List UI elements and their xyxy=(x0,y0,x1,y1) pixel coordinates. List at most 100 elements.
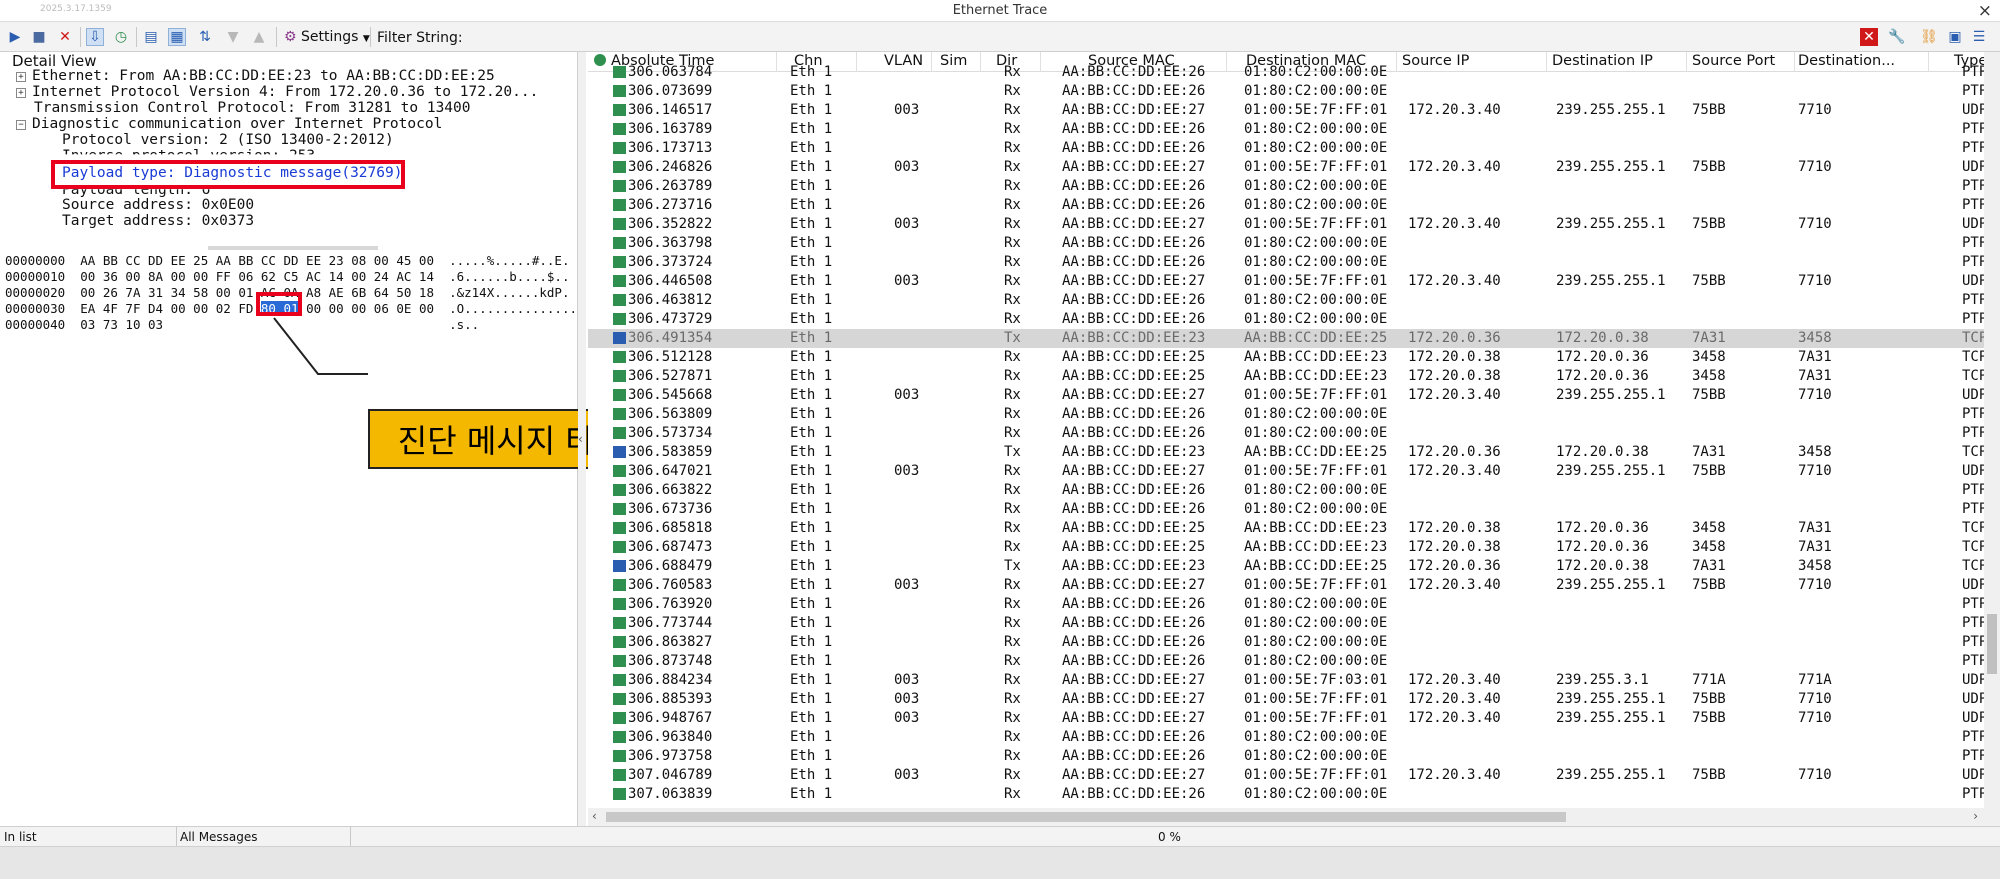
cell-destination-mac: 01:00:5E:7F:FF:01 xyxy=(1244,710,1388,726)
collapse-icon[interactable]: − xyxy=(16,120,26,130)
table-row[interactable]: 306.527871 Eth 1 Rx AA:BB:CC:DD:EE:25 AA:BB:… xyxy=(588,367,2000,386)
table-row[interactable]: 306.973758 Eth 1 Rx AA:BB:CC:DD:EE:26 01:80:… xyxy=(588,747,2000,766)
expand-icon[interactable]: + xyxy=(16,88,26,98)
table-row[interactable]: 306.446508 Eth 1 003 Rx AA:BB:CC:DD:EE:27 01:… xyxy=(588,272,2000,291)
cell-destination-mac: 01:00:5E:7F:FF:01 xyxy=(1244,216,1388,232)
table-row[interactable]: 306.512128 Eth 1 Rx AA:BB:CC:DD:EE:25 AA:BB:… xyxy=(588,348,2000,367)
expand-icon[interactable]: + xyxy=(16,72,26,82)
table-row[interactable]: 306.246826 Eth 1 003 Rx AA:BB:CC:DD:EE:27 01:… xyxy=(588,158,2000,177)
table-row[interactable]: 306.688479 Eth 1 Tx AA:BB:CC:DD:EE:23 AA:BB:… xyxy=(588,557,2000,576)
rx-message-icon xyxy=(613,142,626,154)
table-row[interactable]: 306.573734 Eth 1 Rx AA:BB:CC:DD:EE:26 01:80:… xyxy=(588,424,2000,443)
view2-icon[interactable]: ▦ xyxy=(168,28,186,46)
cell-source-port: 75BB xyxy=(1692,159,1726,175)
table-row[interactable]: 306.491354 Eth 1 Tx AA:BB:CC:DD:EE:23 AA:BB:… xyxy=(588,329,2000,348)
cell-dir: Rx xyxy=(1004,64,1021,80)
table-row[interactable]: 306.773744 Eth 1 Rx AA:BB:CC:DD:EE:26 01:80:… xyxy=(588,614,2000,633)
horizontal-scroll-thumb[interactable] xyxy=(606,812,1566,822)
table-row[interactable]: 307.046789 Eth 1 003 Rx AA:BB:CC:DD:EE:27 01:… xyxy=(588,766,2000,785)
close-red-icon[interactable]: ✕ xyxy=(56,28,74,46)
cell-destination-ip: 172.20.0.36 xyxy=(1556,520,1649,536)
cell-destination-port: 7710 xyxy=(1798,767,1832,783)
table-row[interactable]: 306.146517 Eth 1 003 Rx AA:BB:CC:DD:EE:27 01:… xyxy=(588,101,2000,120)
sort-icon[interactable]: ⇅ xyxy=(196,28,214,46)
table-row[interactable]: 306.885393 Eth 1 003 Rx AA:BB:CC:DD:EE:27 01:… xyxy=(588,690,2000,709)
cell-time: 306.685818 xyxy=(628,520,713,536)
table-row[interactable]: 306.563809 Eth 1 Rx AA:BB:CC:DD:EE:26 01:80:… xyxy=(588,405,2000,424)
tree-item-ipv4[interactable]: + Internet Protocol Version 4: From 172.2… xyxy=(16,84,538,100)
table-row[interactable]: 306.685818 Eth 1 Rx AA:BB:CC:DD:EE:25 AA:BB:… xyxy=(588,519,2000,538)
table-row[interactable]: 306.863827 Eth 1 Rx AA:BB:CC:DD:EE:26 01:80:… xyxy=(588,633,2000,652)
cell-chn: Eth 1 xyxy=(790,406,833,422)
hex-row: 00000000 AA BB CC DD EE 25 AA BB CC DD E… xyxy=(5,253,570,268)
table-row[interactable]: 306.647021 Eth 1 003 Rx AA:BB:CC:DD:EE:27 01:… xyxy=(588,462,2000,481)
pause-icon[interactable]: ■ xyxy=(30,28,48,46)
table-row[interactable]: 306.363798 Eth 1 Rx AA:BB:CC:DD:EE:26 01:80:… xyxy=(588,234,2000,253)
table-row[interactable]: 307.063839 Eth 1 Rx AA:BB:CC:DD:EE:26 01:80:… xyxy=(588,785,2000,804)
cell-source-port: 771A xyxy=(1692,672,1726,688)
table-row[interactable]: 306.352822 Eth 1 003 Rx AA:BB:CC:DD:EE:27 01:… xyxy=(588,215,2000,234)
cell-source-mac: AA:BB:CC:DD:EE:26 xyxy=(1062,729,1206,745)
chevron-right-icon[interactable]: › xyxy=(1973,809,1978,823)
cell-time: 306.373724 xyxy=(628,254,713,270)
link-icon[interactable]: ⛓ xyxy=(1920,28,1938,46)
table-row[interactable]: 306.073699 Eth 1 Rx AA:BB:CC:DD:EE:26 01:80:… xyxy=(588,82,2000,101)
table-row[interactable]: 306.760583 Eth 1 003 Rx AA:BB:CC:DD:EE:27 01:… xyxy=(588,576,2000,595)
table-row[interactable]: 306.663822 Eth 1 Rx AA:BB:CC:DD:EE:26 01:80:… xyxy=(588,481,2000,500)
cell-destination-mac: AA:BB:CC:DD:EE:23 xyxy=(1244,368,1388,384)
window-icon[interactable]: ▣ xyxy=(1946,28,1964,46)
status-bar: In list All Messages 0 % xyxy=(0,826,2000,847)
table-row[interactable]: 306.963840 Eth 1 Rx AA:BB:CC:DD:EE:26 01:80:… xyxy=(588,728,2000,747)
tree-item-protocol-version[interactable]: Protocol version: 2 (ISO 13400-2:2012) xyxy=(62,132,394,148)
table-row[interactable]: 306.948767 Eth 1 003 Rx AA:BB:CC:DD:EE:27 01:… xyxy=(588,709,2000,728)
table-row[interactable]: 306.545668 Eth 1 003 Rx AA:BB:CC:DD:EE:27 01:… xyxy=(588,386,2000,405)
wrench-icon[interactable]: 🔧 xyxy=(1888,28,1906,46)
table-row[interactable]: 306.273716 Eth 1 Rx AA:BB:CC:DD:EE:26 01:80:… xyxy=(588,196,2000,215)
up-icon[interactable]: ▲ xyxy=(250,28,268,46)
table-row[interactable]: 306.873748 Eth 1 Rx AA:BB:CC:DD:EE:26 01:80:… xyxy=(588,652,2000,671)
table-row[interactable]: 306.473729 Eth 1 Rx AA:BB:CC:DD:EE:26 01:80:… xyxy=(588,310,2000,329)
view1-icon[interactable]: ▤ xyxy=(142,28,160,46)
cell-chn: Eth 1 xyxy=(790,216,833,232)
clear-filter-icon[interactable]: ✕ xyxy=(1860,28,1878,46)
tree-item-tcp[interactable]: Transmission Control Protocol: From 3128… xyxy=(34,100,471,116)
chevron-left-icon[interactable]: ‹ xyxy=(592,809,597,823)
vertical-scrollbar[interactable] xyxy=(1984,52,2000,808)
scroll-icon[interactable]: ⇩ xyxy=(86,28,104,46)
table-row[interactable]: 306.263789 Eth 1 Rx AA:BB:CC:DD:EE:26 01:80:… xyxy=(588,177,2000,196)
cell-destination-port: 7A31 xyxy=(1798,368,1832,384)
tree-item-source-address[interactable]: Source address: 0x0E00 xyxy=(62,197,254,213)
table-row[interactable]: 306.583859 Eth 1 Tx AA:BB:CC:DD:EE:23 AA:BB:… xyxy=(588,443,2000,462)
table-row[interactable]: 306.763920 Eth 1 Rx AA:BB:CC:DD:EE:26 01:80:… xyxy=(588,595,2000,614)
cell-destination-mac: AA:BB:CC:DD:EE:25 xyxy=(1244,558,1388,574)
cell-chn: Eth 1 xyxy=(790,748,833,764)
cell-source-ip: 172.20.3.40 xyxy=(1408,577,1501,593)
table-row[interactable]: 306.687473 Eth 1 Rx AA:BB:CC:DD:EE:25 AA:BB:… xyxy=(588,538,2000,557)
cell-destination-mac: 01:80:C2:00:00:0E xyxy=(1244,786,1388,802)
tree-item-doip[interactable]: − Diagnostic communication over Internet … xyxy=(16,116,442,132)
chevron-left-icon[interactable]: ‹ xyxy=(578,432,583,446)
table-row[interactable]: 306.163789 Eth 1 Rx AA:BB:CC:DD:EE:26 01:80:… xyxy=(588,120,2000,139)
table-row[interactable]: 306.063784 Eth 1 Rx AA:BB:CC:DD:EE:26 01:80:… xyxy=(588,63,2000,82)
pane-splitter[interactable] xyxy=(208,246,378,250)
vertical-scroll-thumb[interactable] xyxy=(1987,614,1997,674)
list-icon[interactable]: ☰ xyxy=(1970,28,1988,46)
settings-button[interactable]: ⚙ Settings ▼ xyxy=(284,29,370,45)
table-row[interactable]: 306.884234 Eth 1 003 Rx AA:BB:CC:DD:EE:27 01:… xyxy=(588,671,2000,690)
rx-message-icon xyxy=(613,522,626,534)
down-icon[interactable]: ▼ xyxy=(224,28,242,46)
horizontal-scrollbar[interactable]: ‹ › xyxy=(588,808,2000,826)
window-close-icon[interactable]: × xyxy=(1978,1,1992,21)
cell-dir: Tx xyxy=(1004,330,1021,346)
tree-item-target-address[interactable]: Target address: 0x0373 xyxy=(62,213,254,229)
table-row[interactable]: 306.463812 Eth 1 Rx AA:BB:CC:DD:EE:26 01:80:… xyxy=(588,291,2000,310)
cell-dir: Rx xyxy=(1004,786,1021,802)
cell-source-port: 3458 xyxy=(1692,520,1726,536)
table-row[interactable]: 306.673736 Eth 1 Rx AA:BB:CC:DD:EE:26 01:80:… xyxy=(588,500,2000,519)
table-row[interactable]: 306.173713 Eth 1 Rx AA:BB:CC:DD:EE:26 01:80:… xyxy=(588,139,2000,158)
table-row[interactable]: 306.373724 Eth 1 Rx AA:BB:CC:DD:EE:26 01:80:… xyxy=(588,253,2000,272)
cell-destination-ip: 239.255.255.1 xyxy=(1556,273,1666,289)
clock-icon[interactable]: ◷ xyxy=(112,28,130,46)
play-icon[interactable]: ▶ xyxy=(6,28,24,46)
tree-item-ethernet[interactable]: + Ethernet: From AA:BB:CC:DD:EE:23 to AA:… xyxy=(16,68,495,84)
